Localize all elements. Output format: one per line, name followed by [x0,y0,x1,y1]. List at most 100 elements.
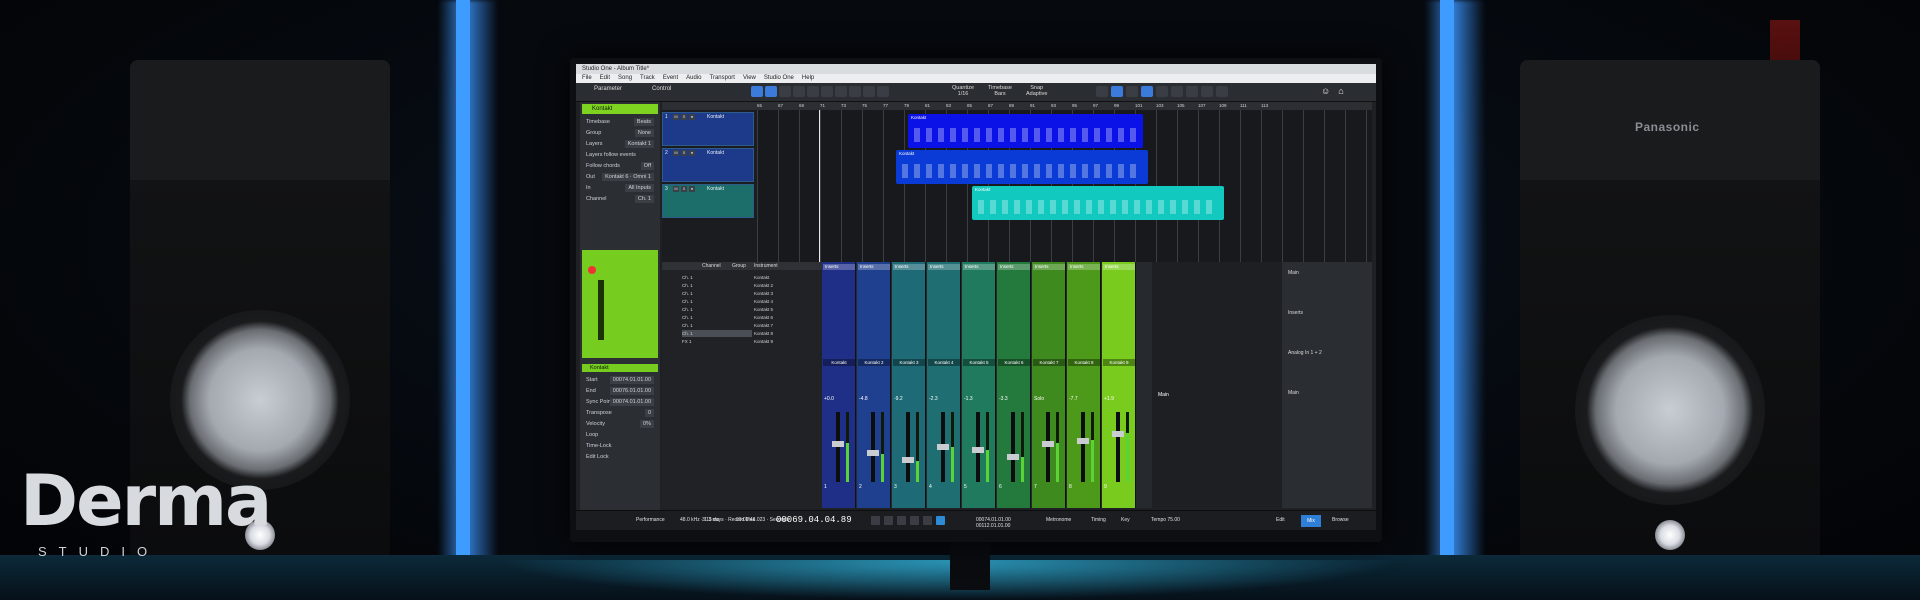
inspector-value[interactable]: Kontakt 1 [624,140,654,148]
event-row[interactable]: Transpose 0 [582,409,658,417]
info-icon[interactable] [1186,86,1198,97]
channel-name[interactable]: Kontakt 2 [858,359,890,366]
channel-name[interactable]: Kontakt [823,359,855,366]
position-display[interactable]: 00069.04.04.89 [776,515,852,525]
lock-icon[interactable] [1156,86,1168,97]
channel-list-row[interactable]: Ch. 1 [682,282,752,289]
loop-icon[interactable] [936,516,945,525]
menu-item[interactable]: Track [640,74,655,83]
forward-icon[interactable] [884,516,893,525]
event-row[interactable]: End 00076.01.01.00 [582,387,658,395]
channel-list-row[interactable]: Ch. 1 [682,298,752,305]
inserts-slot[interactable]: Inserts [823,264,855,270]
channel-name[interactable]: Kontakt 9 [1103,359,1135,366]
track-name[interactable]: Kontakt [707,114,724,120]
inserts-slot[interactable]: Inserts [1103,264,1135,270]
inspector-row[interactable]: Group None [582,129,658,137]
fader-handle[interactable] [1007,454,1019,460]
fader-handle[interactable] [937,444,949,450]
inserts-slot[interactable]: Inserts [1068,264,1100,270]
menu-item[interactable]: Song [618,74,632,83]
user-icon[interactable]: ☺ [1321,86,1330,96]
listen-tool-icon[interactable] [849,86,861,97]
channel-name[interactable]: Kontakt 5 [963,359,995,366]
mix-button[interactable]: Mix [1301,515,1321,527]
channel-strip[interactable]: Inserts Kontakt 7 Solo 7 [1032,262,1066,508]
channel-strip[interactable]: Inserts Kontakt 8 -7.7 8 [1067,262,1101,508]
inspector-value[interactable]: Off [640,162,654,170]
pencil-tool-icon[interactable] [779,86,791,97]
instrument-list-row[interactable]: Kontakt [754,274,816,281]
inspector-value[interactable]: All Inputs [625,184,654,192]
inspector-row[interactable]: Layers follow events [582,151,658,159]
volume-readout[interactable]: -1.3 [964,396,973,402]
fader-handle[interactable] [867,450,879,456]
menu-item[interactable]: Transport [710,74,735,83]
inspector-row[interactable]: Timebase Beats [582,118,658,126]
fader-handle[interactable] [1042,441,1054,447]
volume-readout[interactable]: -7.7 [1069,396,1078,402]
metronome-label[interactable]: Metronome [1046,517,1071,523]
inserts-slot[interactable]: Inserts [963,264,995,270]
solo-button[interactable]: S [681,114,687,120]
inspector-row[interactable]: Layers Kontakt 1 [582,140,658,148]
scroll-icon[interactable] [1126,86,1138,97]
inspector-row[interactable]: Follow chords Off [582,162,658,170]
zoom-tool-icon[interactable] [877,86,889,97]
channel-list-row[interactable]: Ch. 1 [682,306,752,313]
mute-button[interactable]: M [673,186,679,192]
channel-strip[interactable]: Inserts Kontakt 9 +1.9 9 [1102,262,1136,508]
menu-item[interactable]: Event [663,74,678,83]
play-icon[interactable] [910,516,919,525]
inserts-slot[interactable]: Inserts [1033,264,1065,270]
channel-name[interactable]: Kontakt 3 [893,359,925,366]
channel-name[interactable]: Kontakt 7 [1033,359,1065,366]
record-button[interactable]: ● [689,150,695,156]
browse-button[interactable]: Browse [1332,517,1349,523]
record-button[interactable]: ● [689,114,695,120]
channel-name[interactable]: Kontakt 4 [928,359,960,366]
volume-readout[interactable]: -3.3 [999,396,1008,402]
mute-button[interactable]: M [673,150,679,156]
playhead[interactable] [819,110,820,262]
inserts-slot[interactable]: Inserts [858,264,890,270]
menu-item[interactable]: Audio [686,74,701,83]
inspector-value[interactable]: Beats [633,118,654,126]
inspector-fader[interactable] [598,280,604,340]
channel-name[interactable]: Kontakt 8 [1068,359,1100,366]
output-label[interactable]: Main [1288,390,1299,396]
instrument-list-row[interactable]: Kontakt 3 [754,290,816,297]
channel-strip[interactable]: Inserts Kontakt 5 -1.3 5 [962,262,996,508]
home-icon[interactable]: ⌂ [1338,86,1343,96]
output-label[interactable]: Main [1288,270,1299,276]
arrow-tool-icon[interactable] [751,86,763,97]
event-row[interactable]: Velocity 0% [582,420,658,428]
snap-toggle-icon[interactable] [1096,86,1108,97]
channel-list-row[interactable]: Ch. 1 [682,322,752,329]
menu-item[interactable]: Edit [600,74,610,83]
inserts-slot[interactable]: Inserts [928,264,960,270]
inserts-slot[interactable]: Inserts [998,264,1030,270]
volume-readout[interactable]: -9.2 [894,396,903,402]
volume-readout[interactable]: Solo [1034,396,1044,402]
layout-icon[interactable] [1216,86,1228,97]
mute-button[interactable]: M [673,114,679,120]
menu-item[interactable]: Help [802,74,814,83]
channel-list-row[interactable]: Ch. 1 [682,274,752,281]
volume-readout[interactable]: -2.3 [929,396,938,402]
rewind-icon[interactable] [871,516,880,525]
inspector-row[interactable]: In All Inputs [582,184,658,192]
channel-strip[interactable]: Inserts Kontakt 4 -2.3 4 [927,262,961,508]
event-value[interactable]: 00076.01.01.00 [609,387,654,395]
track-name[interactable]: Kontakt [707,186,724,192]
fader-handle[interactable] [832,441,844,447]
midi-clip[interactable]: Kontakt [908,114,1143,148]
inspector-value[interactable]: Kontakt 6 · Omni 1 [602,173,654,181]
event-row[interactable]: Start 00074.01.01.00 [582,376,658,384]
right-locator[interactable]: 00112.01.01.00 [976,523,1010,529]
fader-handle[interactable] [1112,431,1124,437]
fader-handle[interactable] [972,447,984,453]
key-label[interactable]: Key [1121,517,1130,523]
event-row[interactable]: Edit Lock [582,453,658,461]
bend-tool-icon[interactable] [863,86,875,97]
